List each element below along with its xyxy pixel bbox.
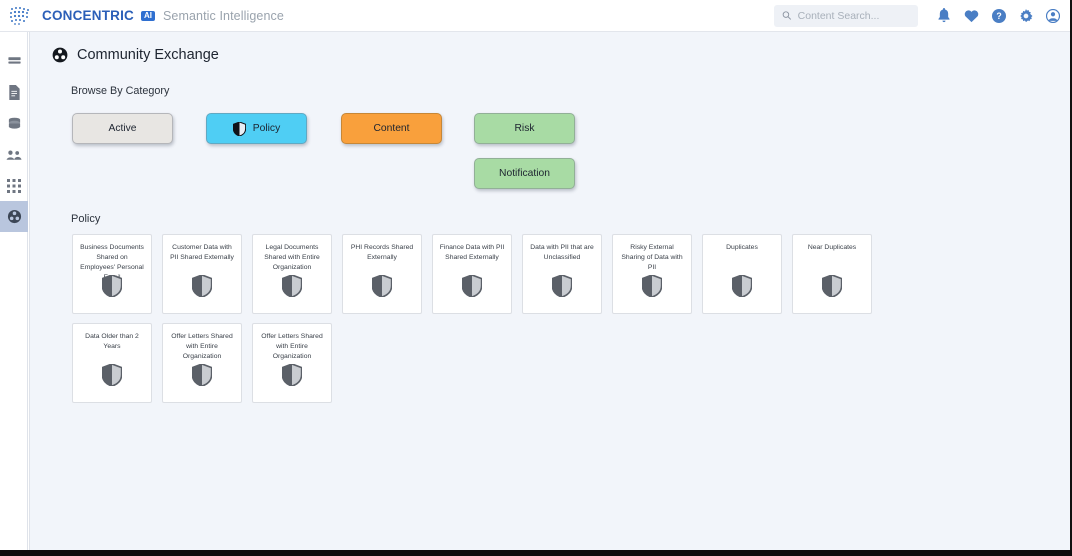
category-button-risk[interactable]: Risk xyxy=(474,113,575,144)
policy-card-title: Near Duplicates xyxy=(807,244,857,251)
category-button-notification[interactable]: Notification xyxy=(474,158,575,189)
svg-text:?: ? xyxy=(996,11,1001,21)
category-button-content[interactable]: Content xyxy=(341,113,442,144)
browse-by-category-label: Browse By Category xyxy=(71,85,170,97)
top-header: CONCENTRIC AI Semantic Intelligence ? xyxy=(0,0,1072,32)
account-icon[interactable] xyxy=(1046,8,1060,23)
policy-card[interactable]: Data Older than 2 Years xyxy=(72,323,152,403)
policy-card-grid: Business Documents Shared on Employees' … xyxy=(30,225,930,403)
category-label-policy: Policy xyxy=(252,123,281,134)
database-icon xyxy=(8,117,20,129)
shield-icon xyxy=(732,275,752,297)
category-label-active: Active xyxy=(108,123,137,134)
page-title: Community Exchange xyxy=(77,47,219,63)
shield-icon xyxy=(462,275,482,297)
window-bottom-edge xyxy=(0,550,1072,556)
document-icon xyxy=(9,85,20,100)
policy-card[interactable]: Data with PII that are Unclassified xyxy=(522,234,602,314)
policy-card-title: Data Older than 2 Years xyxy=(85,333,139,350)
brand-tagline: Semantic Intelligence xyxy=(163,8,284,23)
shield-icon xyxy=(192,275,212,297)
policy-card[interactable]: PHI Records Shared Externally xyxy=(342,234,422,314)
heart-icon[interactable] xyxy=(964,9,979,23)
policy-card[interactable]: Business Documents Shared on Employees' … xyxy=(72,234,152,314)
sidebar-item-documents[interactable] xyxy=(0,77,28,108)
sidebar-item-users[interactable] xyxy=(0,139,28,170)
card-section-title: Policy xyxy=(71,213,101,225)
search-box[interactable] xyxy=(774,4,918,27)
policy-card[interactable]: Legal Documents Shared with Entire Organ… xyxy=(252,234,332,314)
search-input[interactable] xyxy=(797,9,910,22)
shield-icon xyxy=(192,364,212,386)
policy-card[interactable]: Finance Data with PII Shared Externally xyxy=(432,234,512,314)
header-actions: ? xyxy=(774,4,1072,27)
policy-card-title: Duplicates xyxy=(726,244,758,251)
shield-icon xyxy=(232,121,246,136)
category-label-notification: Notification xyxy=(499,168,550,179)
policy-card-title: Risky External Sharing of Data with PII xyxy=(621,244,683,271)
category-label-content: Content xyxy=(373,123,410,134)
policy-card-title: Finance Data with PII Shared Externally xyxy=(439,244,505,261)
brand-name: CONCENTRIC xyxy=(42,8,134,23)
ai-badge: AI xyxy=(141,10,155,21)
sidebar-item-community-exchange[interactable] xyxy=(0,201,28,232)
category-button-group: Active Policy Content Risk Notification xyxy=(30,105,1071,195)
policy-card-title: Business Documents Shared on Employees' … xyxy=(80,244,144,281)
app-root: CONCENTRIC AI Semantic Intelligence ? xyxy=(0,0,1072,556)
shield-icon xyxy=(282,364,302,386)
policy-card[interactable]: Risky External Sharing of Data with PII xyxy=(612,234,692,314)
shield-icon xyxy=(552,275,572,297)
shield-icon xyxy=(102,364,122,386)
shield-icon xyxy=(372,275,392,297)
dashboard-icon xyxy=(7,57,21,64)
shield-icon xyxy=(642,275,662,297)
search-icon xyxy=(782,11,792,20)
policy-card-title: Offer Letters Shared with Entire Organiz… xyxy=(261,333,323,360)
gear-icon[interactable] xyxy=(1019,8,1033,23)
shield-icon xyxy=(102,275,122,297)
people-icon xyxy=(6,150,22,160)
policy-card-title: Legal Documents Shared with Entire Organ… xyxy=(264,244,320,271)
sidebar-item-dashboard[interactable] xyxy=(0,46,28,77)
category-button-policy[interactable]: Policy xyxy=(206,113,307,144)
shield-icon xyxy=(822,275,842,297)
policy-card-title: PHI Records Shared Externally xyxy=(350,244,414,261)
policy-card[interactable]: Offer Letters Shared with Entire Organiz… xyxy=(252,323,332,403)
policy-card[interactable]: Near Duplicates xyxy=(792,234,872,314)
globe-icon xyxy=(7,209,21,224)
policy-card[interactable]: Duplicates xyxy=(702,234,782,314)
sidebar xyxy=(0,32,28,550)
main-content: Community Exchange Browse By Category Ac… xyxy=(29,32,1071,550)
page-header: Community Exchange xyxy=(30,32,1071,63)
sidebar-item-data[interactable] xyxy=(0,108,28,139)
policy-card[interactable]: Offer Letters Shared with Entire Organiz… xyxy=(162,323,242,403)
concentric-dots-icon xyxy=(10,6,29,25)
policy-card-title: Offer Letters Shared with Entire Organiz… xyxy=(171,333,233,360)
page-title-globe-icon xyxy=(52,47,68,63)
grid-icon xyxy=(7,178,21,193)
shield-icon xyxy=(282,275,302,297)
policy-card[interactable]: Customer Data with PII Shared Externally xyxy=(162,234,242,314)
category-button-active[interactable]: Active xyxy=(72,113,173,144)
policy-card-title: Customer Data with PII Shared Externally xyxy=(170,244,234,261)
sidebar-item-apps[interactable] xyxy=(0,170,28,201)
policy-card-title: Data with PII that are Unclassified xyxy=(530,244,594,261)
bell-icon[interactable] xyxy=(937,8,951,23)
brand-logo[interactable]: CONCENTRIC AI Semantic Intelligence xyxy=(0,5,284,27)
category-label-risk: Risk xyxy=(514,123,535,134)
help-icon[interactable]: ? xyxy=(992,8,1006,23)
